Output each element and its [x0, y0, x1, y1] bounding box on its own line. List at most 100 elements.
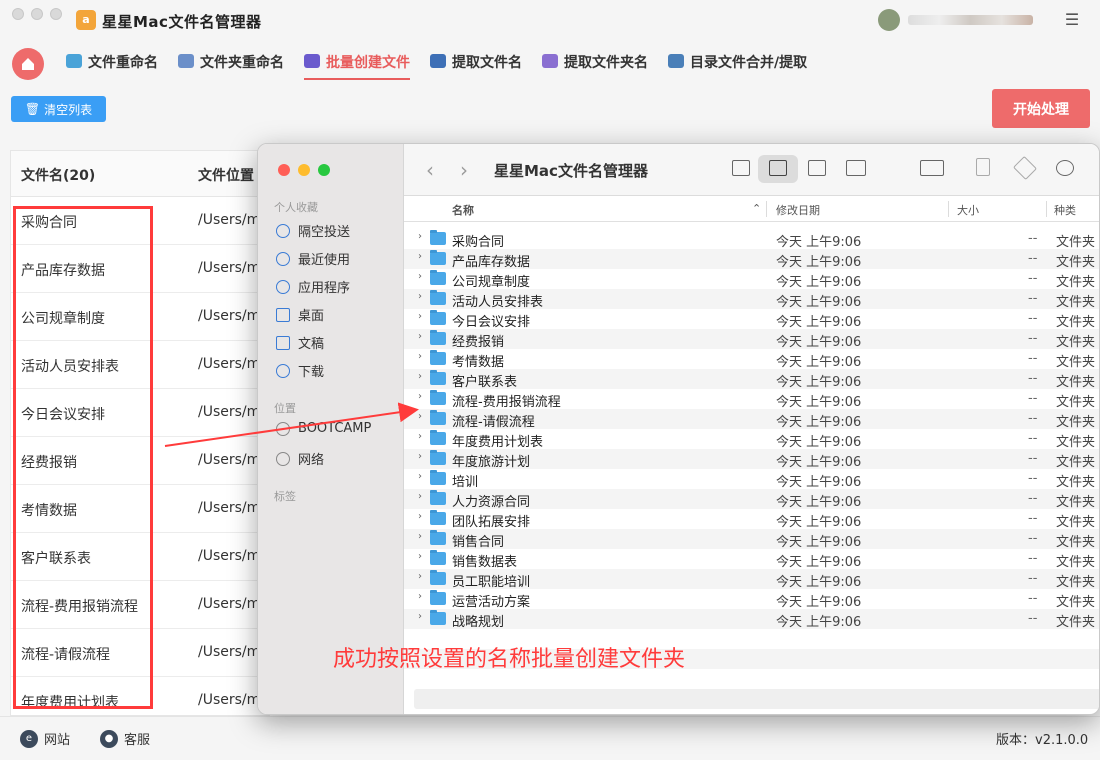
sidebar-item-label: 网络 [298, 453, 325, 468]
favorites-section-label: 个人收藏 [274, 201, 318, 214]
close-window-button[interactable] [12, 8, 24, 20]
list-item[interactable]: › 采购合同 今天 上午9:06 -- 文件夹 [404, 229, 1099, 250]
item-name: 销售合同 [452, 535, 505, 550]
disclosure-chevron-icon[interactable]: › [418, 371, 422, 382]
list-view-icon[interactable] [769, 160, 787, 176]
column-name[interactable]: 名称 [452, 202, 474, 218]
clear-list-button[interactable]: 🗑 清空列表 [11, 96, 106, 122]
back-arrow-icon[interactable]: ‹ [426, 158, 434, 182]
disclosure-chevron-icon[interactable]: › [418, 431, 422, 442]
list-item[interactable]: › 年度旅游计划 今天 上午9:06 -- 文件夹 [404, 449, 1099, 470]
list-item[interactable]: › 运营活动方案 今天 上午9:06 -- 文件夹 [404, 589, 1099, 610]
rename-icon [66, 54, 82, 68]
tab-item[interactable]: 文件重命名 [66, 52, 158, 80]
tab-bar: 文件重命名 文件夹重命名 批量创建文件 提取文件名 提取文件夹名 目录文件合并/提取 [0, 42, 1100, 84]
finder-close-button[interactable] [278, 164, 290, 176]
list-item[interactable]: › 客户联系表 今天 上午9:06 -- 文件夹 [404, 369, 1099, 390]
column-header-filename[interactable]: 文件名(20) [21, 165, 95, 185]
list-item[interactable]: › 团队拓展安排 今天 上午9:06 -- 文件夹 [404, 509, 1099, 530]
list-item[interactable]: › 活动人员安排表 今天 上午9:06 -- 文件夹 [404, 289, 1099, 310]
tag-icon[interactable] [1012, 155, 1038, 181]
disclosure-chevron-icon[interactable]: › [418, 551, 422, 562]
disclosure-chevron-icon[interactable]: › [418, 611, 422, 622]
zoom-window-button[interactable] [50, 8, 62, 20]
tab-item[interactable]: 目录文件合并/提取 [668, 52, 807, 80]
sidebar-item[interactable]: 桌面 [276, 305, 324, 324]
tab-item[interactable]: 文件夹重命名 [178, 52, 284, 80]
disclosure-chevron-icon[interactable]: › [418, 531, 422, 542]
disclosure-chevron-icon[interactable]: › [418, 451, 422, 462]
list-item[interactable]: › 经费报销 今天 上午9:06 -- 文件夹 [404, 329, 1099, 350]
support-link[interactable]: ● 客服 [100, 729, 150, 748]
user-account[interactable] [878, 9, 1038, 31]
item-date: 今天 上午9:06 [776, 555, 862, 570]
list-item[interactable]: › 年度费用计划表 今天 上午9:06 -- 文件夹 [404, 429, 1099, 450]
group-by-icon[interactable] [920, 160, 944, 176]
list-item[interactable]: › 考情数据 今天 上午9:06 -- 文件夹 [404, 349, 1099, 370]
disclosure-chevron-icon[interactable]: › [418, 351, 422, 362]
sidebar-item[interactable]: 文稿 [276, 333, 324, 352]
item-size: -- [1028, 351, 1038, 366]
gallery-view-icon[interactable] [846, 160, 866, 176]
disclosure-chevron-icon[interactable]: › [418, 331, 422, 342]
more-actions-icon[interactable] [1056, 160, 1074, 176]
disclosure-chevron-icon[interactable]: › [418, 391, 422, 402]
disclosure-chevron-icon[interactable]: › [418, 511, 422, 522]
sidebar-item[interactable]: 下载 [276, 361, 324, 380]
list-item[interactable]: › 流程-费用报销流程 今天 上午9:06 -- 文件夹 [404, 389, 1099, 410]
list-item[interactable]: › 今日会议安排 今天 上午9:06 -- 文件夹 [404, 309, 1099, 330]
column-size[interactable]: 大小 [957, 202, 979, 218]
network-icon [276, 451, 290, 466]
column-date[interactable]: 修改日期 [776, 202, 820, 218]
item-kind: 文件夹 [1056, 335, 1096, 350]
version-text: 版本：v2.1.0.0 [996, 733, 1089, 748]
settings-sliders-icon[interactable]: ☰ [1062, 10, 1082, 30]
list-item[interactable]: › 培训 今天 上午9:06 -- 文件夹 [404, 469, 1099, 490]
start-processing-button[interactable]: 开始处理 [992, 89, 1090, 128]
trash-icon: 🗑 [24, 102, 41, 116]
list-item[interactable]: › 人力资源合同 今天 上午9:06 -- 文件夹 [404, 489, 1099, 510]
folder-icon [430, 270, 446, 285]
column-header-location[interactable]: 文件位置 [198, 165, 254, 185]
disclosure-chevron-icon[interactable]: › [418, 251, 422, 262]
disclosure-chevron-icon[interactable]: › [418, 571, 422, 582]
column-kind[interactable]: 种类 [1054, 202, 1076, 218]
share-icon[interactable] [976, 158, 990, 176]
icon-view-icon[interactable] [732, 160, 750, 176]
list-item[interactable]: › 员工职能培训 今天 上午9:06 -- 文件夹 [404, 569, 1099, 590]
disclosure-chevron-icon[interactable]: › [418, 591, 422, 602]
website-link[interactable]: e 网站 [20, 729, 70, 748]
list-item[interactable]: › 销售合同 今天 上午9:06 -- 文件夹 [404, 529, 1099, 550]
disclosure-chevron-icon[interactable]: › [418, 291, 422, 302]
disclosure-chevron-icon[interactable]: › [418, 231, 422, 242]
disclosure-chevron-icon[interactable]: › [418, 411, 422, 422]
disclosure-chevron-icon[interactable]: › [418, 471, 422, 482]
finder-zoom-button[interactable] [318, 164, 330, 176]
finder-minimize-button[interactable] [298, 164, 310, 176]
list-item[interactable]: › 战略规划 今天 上午9:06 -- 文件夹 [404, 609, 1099, 630]
list-item[interactable]: › 公司规章制度 今天 上午9:06 -- 文件夹 [404, 269, 1099, 290]
minimize-window-button[interactable] [31, 8, 43, 20]
tab-item[interactable]: 批量创建文件 [304, 52, 410, 80]
tab-item[interactable]: 提取文件夹名 [542, 52, 648, 80]
item-size: -- [1028, 291, 1038, 306]
sidebar-item[interactable]: 应用程序 [276, 277, 350, 296]
item-kind: 文件夹 [1056, 355, 1096, 370]
disclosure-chevron-icon[interactable]: › [418, 311, 422, 322]
item-name: 公司规章制度 [452, 275, 531, 290]
sidebar-item[interactable]: 最近使用 [276, 249, 350, 268]
sidebar-item[interactable]: 隔空投送 [276, 221, 350, 240]
tab-item[interactable]: 提取文件名 [430, 52, 522, 80]
item-date: 今天 上午9:06 [776, 475, 862, 490]
list-item[interactable]: › 流程-请假流程 今天 上午9:06 -- 文件夹 [404, 409, 1099, 430]
home-button[interactable] [12, 48, 44, 80]
list-item[interactable]: › 产品库存数据 今天 上午9:06 -- 文件夹 [404, 249, 1099, 270]
disclosure-chevron-icon[interactable]: › [418, 491, 422, 502]
list-item[interactable]: › 销售数据表 今天 上午9:06 -- 文件夹 [404, 549, 1099, 570]
disk-icon [276, 421, 290, 436]
sidebar-item[interactable]: 网络 [276, 449, 324, 468]
disclosure-chevron-icon[interactable]: › [418, 271, 422, 282]
sidebar-item[interactable]: BOOTCAMP [276, 421, 371, 436]
column-view-icon[interactable] [808, 160, 826, 176]
forward-arrow-icon[interactable]: › [460, 158, 468, 182]
